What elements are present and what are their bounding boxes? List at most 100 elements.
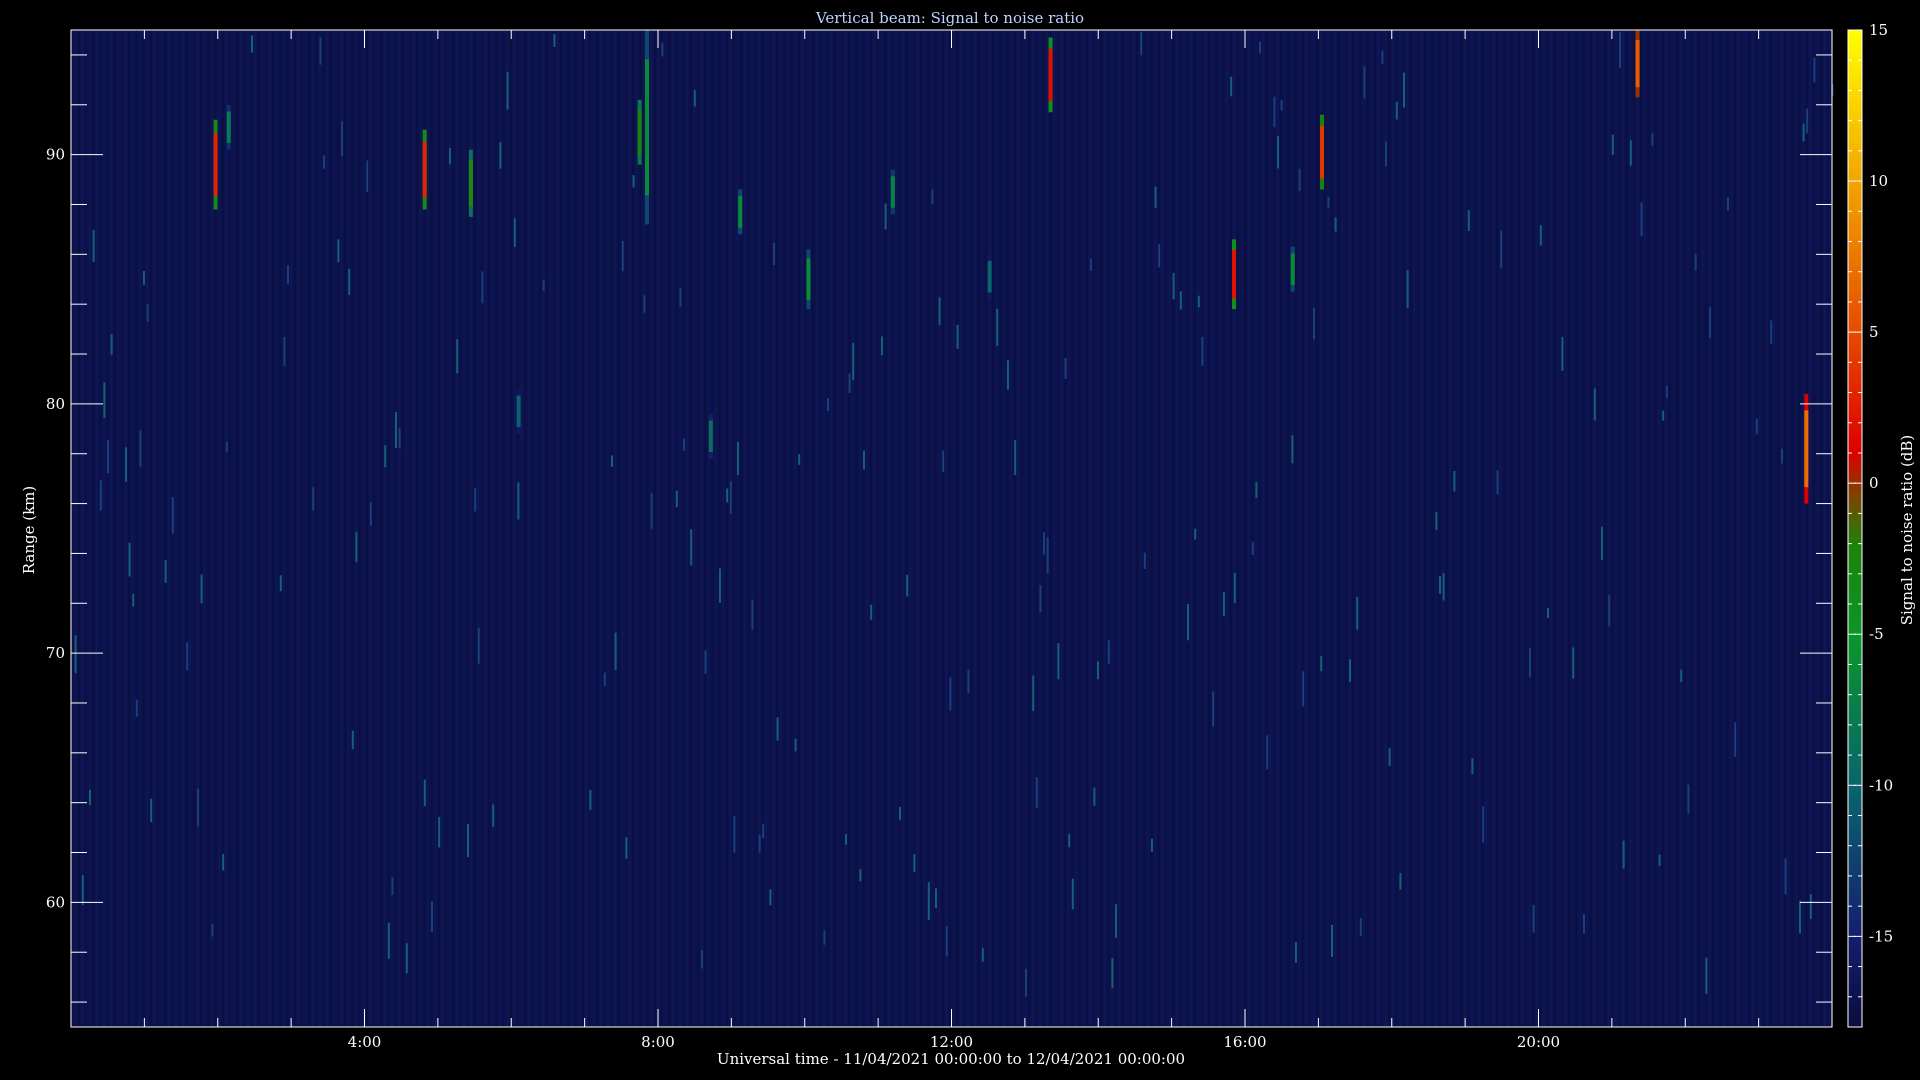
- noise-speckle: [287, 265, 289, 285]
- noise-column: [1579, 30, 1581, 1027]
- noise-column: [1161, 30, 1163, 1027]
- noise-column: [1507, 30, 1509, 1027]
- noise-column: [1305, 30, 1307, 1027]
- noise-speckle: [1068, 834, 1071, 848]
- noise-column: [1086, 30, 1088, 1027]
- noise-column: [935, 30, 937, 1027]
- noise-column: [1525, 30, 1527, 1027]
- noise-column: [945, 30, 947, 1027]
- noise-column: [1266, 30, 1268, 1027]
- noise-column: [269, 30, 271, 1027]
- noise-column: [499, 30, 501, 1027]
- noise-column: [708, 30, 710, 1027]
- noise-column: [1421, 30, 1423, 1027]
- echo-mark-core: [738, 196, 743, 228]
- noise-speckle: [146, 303, 149, 322]
- noise-column: [452, 30, 454, 1027]
- noise-column: [1759, 30, 1761, 1027]
- colorbar-segment: [1848, 958, 1862, 966]
- noise-speckle: [1500, 230, 1503, 268]
- noise-column: [1503, 30, 1505, 1027]
- colorbar-segment: [1848, 727, 1862, 735]
- noise-column: [1788, 30, 1790, 1027]
- noise-column: [247, 30, 249, 1027]
- noise-speckle: [1806, 108, 1809, 134]
- noise-column: [1773, 30, 1775, 1027]
- noise-column: [1215, 30, 1217, 1027]
- noise-column: [1334, 30, 1336, 1027]
- noise-column: [657, 30, 659, 1027]
- colorbar-segment: [1848, 111, 1862, 118]
- noise-column: [146, 30, 148, 1027]
- noise-column: [96, 30, 98, 1027]
- colorbar-segment: [1848, 291, 1862, 299]
- noise-column: [643, 30, 645, 1027]
- noise-speckle: [319, 37, 322, 65]
- noise-column: [1586, 30, 1588, 1027]
- noise-speckle: [726, 488, 729, 503]
- noise-speckle: [283, 336, 286, 367]
- colorbar-segment: [1848, 135, 1862, 143]
- noise-speckle: [1709, 307, 1711, 339]
- noise-column: [211, 30, 213, 1027]
- noise-column: [488, 30, 490, 1027]
- noise-column: [1449, 30, 1451, 1027]
- noise-column: [337, 30, 339, 1027]
- colorbar-segment: [1848, 970, 1862, 978]
- noise-column: [1795, 30, 1797, 1027]
- noise-column: [1550, 30, 1552, 1027]
- noise-column: [1039, 30, 1041, 1027]
- noise-speckle: [1572, 647, 1575, 679]
- noise-column: [661, 30, 663, 1027]
- noise-column: [737, 30, 739, 1027]
- colorbar-segment: [1848, 248, 1862, 255]
- noise-column: [1820, 30, 1822, 1027]
- colorbar-segment: [1848, 833, 1862, 841]
- noise-column: [1269, 30, 1271, 1027]
- colorbar-segment: [1848, 945, 1862, 953]
- noise-column: [265, 30, 267, 1027]
- colorbar-segment: [1848, 428, 1862, 436]
- noise-column: [1748, 30, 1750, 1027]
- noise-column: [1417, 30, 1419, 1027]
- noise-column: [193, 30, 195, 1027]
- noise-speckle: [143, 271, 145, 285]
- noise-speckle: [1251, 541, 1254, 556]
- noise-column: [359, 30, 361, 1027]
- noise-column: [1025, 30, 1027, 1027]
- colorbar-segment: [1848, 92, 1862, 100]
- noise-speckle: [737, 442, 739, 476]
- noise-speckle: [1482, 806, 1485, 843]
- noise-column: [1309, 30, 1311, 1027]
- noise-speckle: [1622, 840, 1625, 869]
- noise-speckle: [1629, 140, 1632, 166]
- noise-column: [1687, 30, 1689, 1027]
- noise-speckle: [906, 574, 909, 597]
- noise-column: [1766, 30, 1768, 1027]
- colorbar-segment: [1848, 285, 1862, 293]
- noise-column: [639, 30, 641, 1027]
- noise-column: [1719, 30, 1721, 1027]
- noise-speckle: [517, 482, 520, 520]
- noise-column: [1050, 30, 1052, 1027]
- echo-mark-core: [516, 395, 521, 428]
- noise-column: [1446, 30, 1448, 1027]
- noise-column: [355, 30, 357, 1027]
- colorbar-segment: [1848, 864, 1862, 872]
- noise-column: [402, 30, 404, 1027]
- noise-column: [1493, 30, 1495, 1027]
- colorbar-segment: [1848, 740, 1862, 748]
- noise-column: [1734, 30, 1736, 1027]
- noise-speckle: [1547, 607, 1549, 619]
- noise-speckle: [107, 440, 109, 474]
- colorbar-segment: [1848, 964, 1862, 972]
- noise-speckle: [913, 854, 916, 873]
- colorbar-segment: [1848, 846, 1862, 854]
- noise-column: [326, 30, 328, 1027]
- noise-column: [1082, 30, 1084, 1027]
- noise-column: [1467, 30, 1469, 1027]
- y-tick-label: 80: [46, 395, 65, 413]
- noise-column: [1590, 30, 1592, 1027]
- noise-speckle: [1356, 596, 1359, 630]
- noise-column: [222, 30, 224, 1027]
